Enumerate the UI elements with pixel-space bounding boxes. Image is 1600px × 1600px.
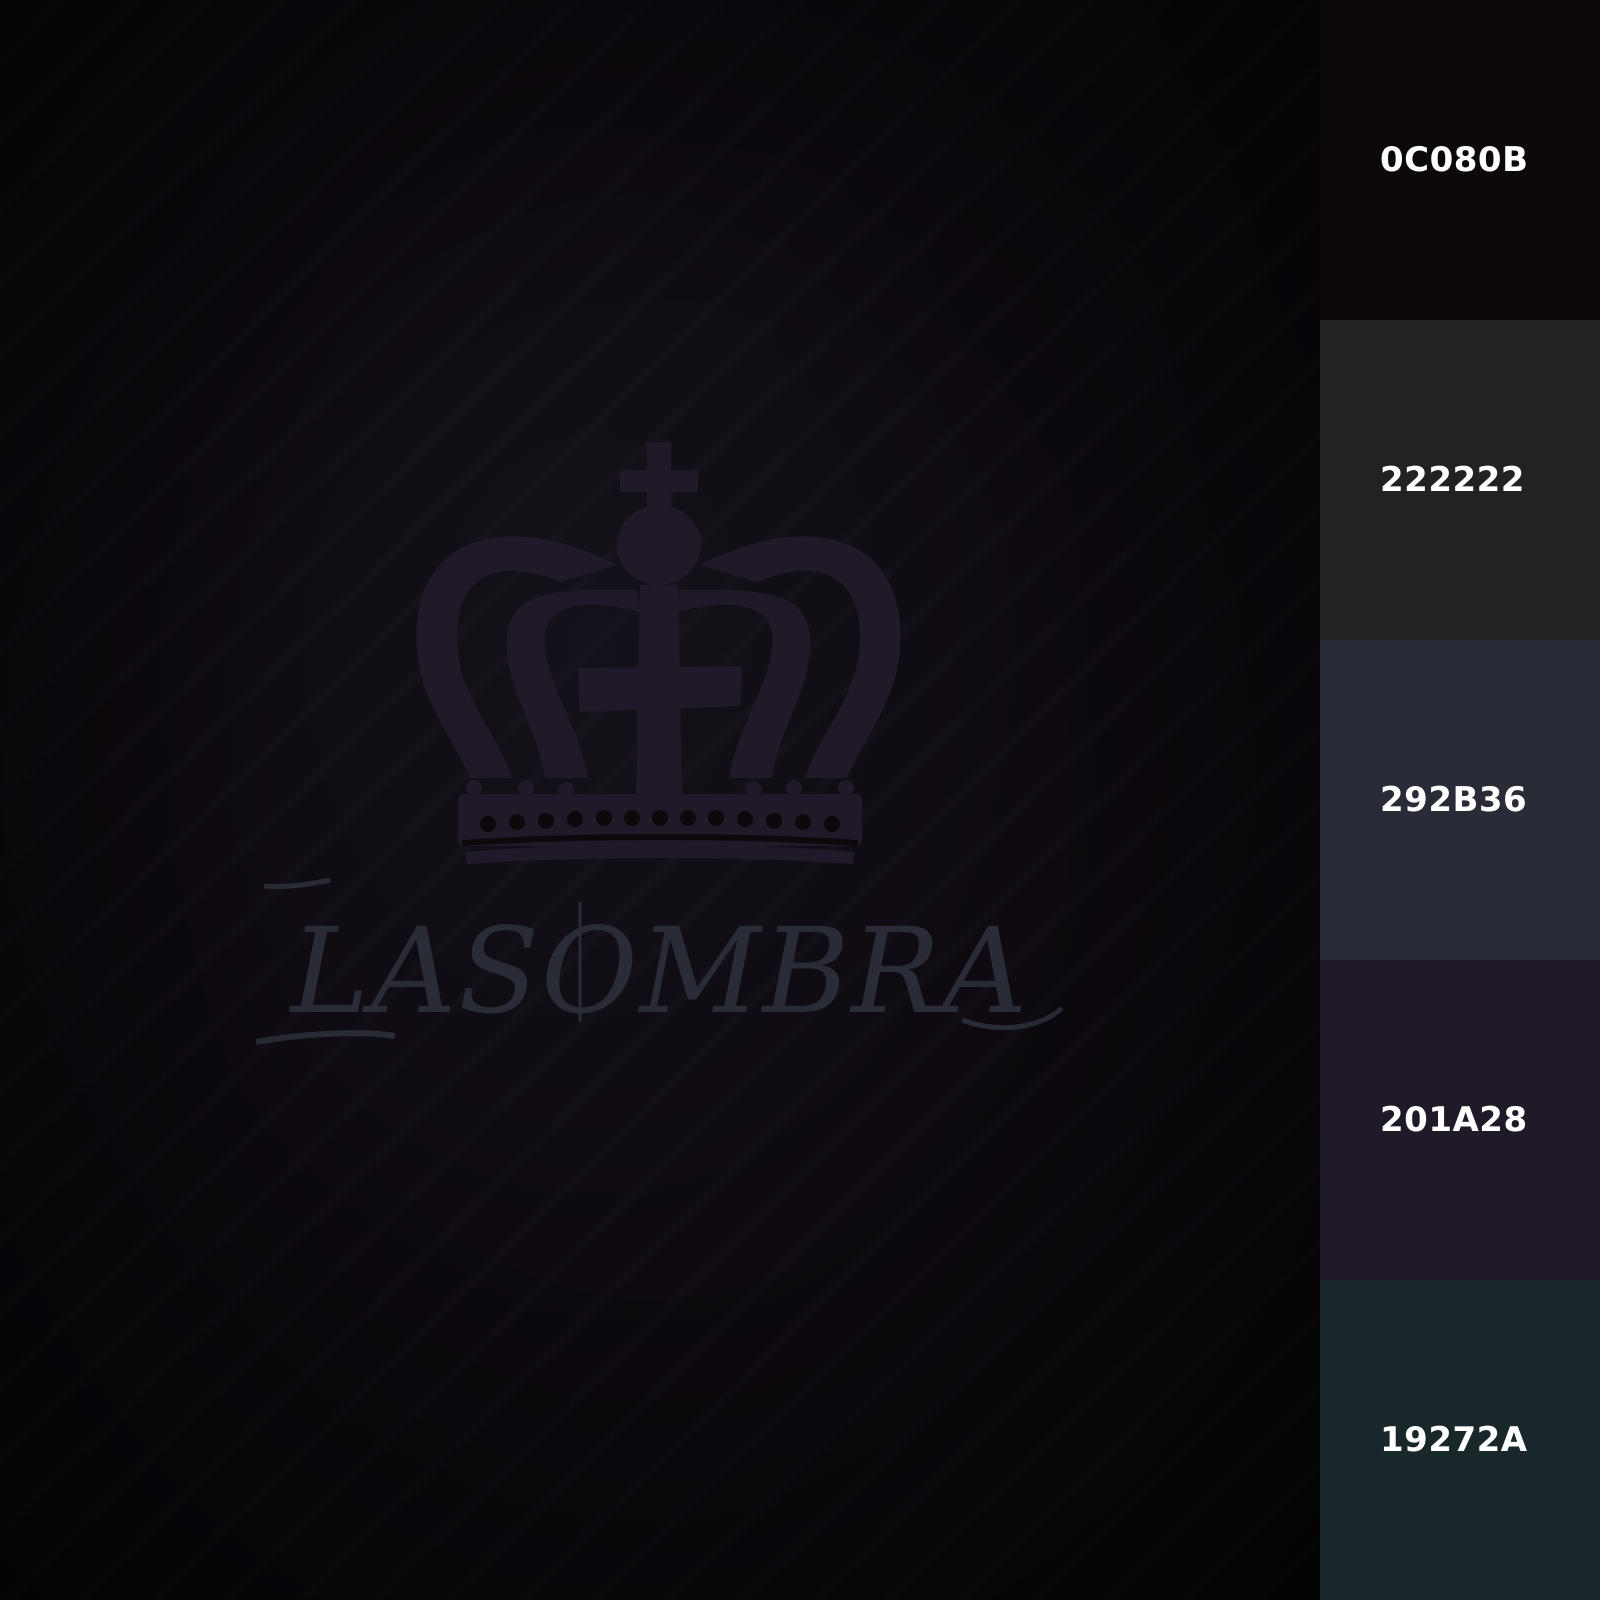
palette-swatches: 0C080B 222222 292B36 201A28 19272A	[1320, 0, 1600, 1600]
swatch-hex-label: 222222	[1380, 460, 1525, 500]
lasombra-emblem: LASOMBRA	[255, 442, 1064, 1045]
swatch-hex-label: 19272A	[1380, 1420, 1528, 1460]
swatch-0c080b: 0C080B	[1320, 0, 1600, 320]
logo-text: LASOMBRA	[289, 902, 1030, 1040]
swatch-19272a: 19272A	[1320, 1280, 1600, 1600]
swatch-292b36: 292B36	[1320, 640, 1600, 960]
crown-icon	[416, 442, 901, 864]
swatch-hex-label: 201A28	[1380, 1100, 1528, 1140]
palette-page: LASOMBRA 0C080B 222222 292B36 201A28 192…	[0, 0, 1600, 1600]
swatch-hex-label: 0C080B	[1380, 140, 1529, 180]
swatch-222222: 222222	[1320, 320, 1600, 640]
lasombra-logo-text: LASOMBRA	[255, 877, 1064, 1045]
swatch-hex-label: 292B36	[1380, 780, 1528, 820]
artwork-panel: LASOMBRA	[0, 0, 1320, 1600]
swatch-201a28: 201A28	[1320, 960, 1600, 1280]
